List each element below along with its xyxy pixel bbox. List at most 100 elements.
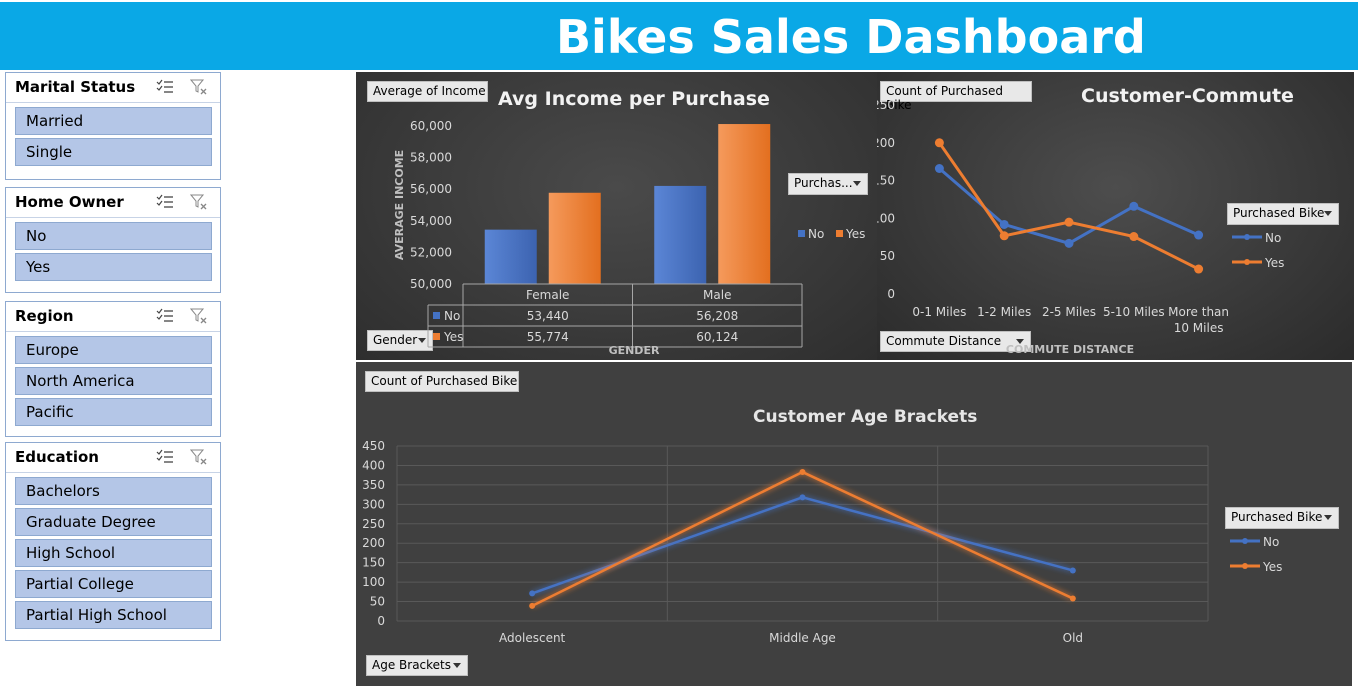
legend-marker-yes <box>1242 563 1248 569</box>
table-value-label: 55,774 <box>527 330 569 344</box>
table-value-label: 53,440 <box>527 309 569 323</box>
legend-label: No <box>1263 535 1279 549</box>
y-tick-label: 60,000 <box>410 119 452 133</box>
dashboard-title: Bikes Sales Dashboard <box>556 10 1146 64</box>
legend-field-button[interactable]: Purchas... <box>788 173 868 195</box>
clear-filter-icon[interactable] <box>189 449 208 465</box>
y-tick-label: 150 <box>877 174 895 188</box>
value-field-button[interactable]: Count of Purchased Bike <box>880 81 1032 112</box>
axis-field-button[interactable]: Gender <box>367 330 433 351</box>
slicer-title: Education <box>15 448 99 466</box>
slicer-marital-status: Marital Status Married Single <box>5 72 221 180</box>
y-tick-label: 58,000 <box>410 151 452 165</box>
y-tick-label: 150 <box>362 556 385 570</box>
series-line-yes <box>531 470 1074 607</box>
bar-no <box>484 229 537 284</box>
clear-filter-icon[interactable] <box>189 79 208 95</box>
table-series-label: No <box>444 309 460 323</box>
legend-field-label: Purchased Bike <box>1231 510 1323 524</box>
series-line-no <box>938 167 1200 245</box>
axis-field-button[interactable]: Age Brackets <box>366 655 468 676</box>
axis-field-label: Gender <box>373 333 418 347</box>
x-tick-label: 10 Miles <box>1174 321 1224 335</box>
clear-filter-icon[interactable] <box>189 194 208 210</box>
data-point-no <box>1129 201 1139 211</box>
slicer-item[interactable]: Yes <box>15 253 212 281</box>
legend-field-label: Purchased Bike <box>1233 206 1325 220</box>
legend-field-button[interactable]: Purchased Bike <box>1225 507 1339 529</box>
value-field-button[interactable]: Count of Purchased Bike <box>365 371 519 392</box>
data-point-yes <box>999 231 1009 241</box>
data-point-yes <box>529 602 536 609</box>
bar-no <box>654 185 707 284</box>
legend-field-label: Purchas... <box>794 176 853 190</box>
table-legend-key <box>433 333 440 340</box>
commute-chart-panel: Count of Purchased Bike Customer-Commute… <box>877 72 1354 360</box>
table-category-label: Female <box>526 288 569 302</box>
slicer-item[interactable]: North America <box>15 367 212 395</box>
x-tick-label: 0-1 Miles <box>912 305 966 319</box>
table-value-label: 56,208 <box>696 309 738 323</box>
axis-field-label: Commute Distance <box>886 334 1002 348</box>
x-tick-label: 5-10 Miles <box>1103 305 1165 319</box>
slicer-item[interactable]: Single <box>15 138 212 166</box>
dropdown-arrow-icon <box>1324 515 1332 520</box>
x-tick-label: 1-2 Miles <box>977 305 1031 319</box>
x-tick-label: Old <box>1063 631 1083 645</box>
table-series-label: Yes <box>443 330 463 344</box>
y-tick-label: 100 <box>362 575 385 589</box>
value-field-button[interactable]: Average of Income <box>367 81 488 102</box>
x-tick-label: More than <box>1168 305 1229 319</box>
y-tick-label: 50 <box>370 595 385 609</box>
y-tick-label: 52,000 <box>410 245 452 259</box>
slicer-item[interactable]: Pacific <box>15 398 212 426</box>
axis-field-button[interactable]: Commute Distance <box>880 331 1031 352</box>
axis-field-label: Age Brackets <box>372 658 452 672</box>
multi-select-icon[interactable] <box>156 449 174 465</box>
slicer-header: Education <box>6 443 220 473</box>
slicer-item[interactable]: Europe <box>15 336 212 364</box>
bar-yes <box>548 192 601 284</box>
data-point-no <box>1194 230 1204 240</box>
multi-select-icon[interactable] <box>156 308 174 324</box>
legend-field-button[interactable]: Purchased Bike <box>1227 203 1339 225</box>
chart-title: Avg Income per Purchase <box>498 88 770 110</box>
dropdown-arrow-icon <box>418 338 426 343</box>
dropdown-arrow-icon <box>853 181 861 186</box>
y-tick-label: 54,000 <box>410 214 452 228</box>
data-point-yes <box>799 469 806 476</box>
legend-marker-no <box>1244 234 1250 240</box>
slicer-item[interactable]: Partial High School <box>15 601 212 629</box>
slicer-title: Region <box>15 307 74 325</box>
slicer-header: Home Owner <box>6 188 220 218</box>
data-point-no <box>999 219 1009 229</box>
slicer-item[interactable]: High School <box>15 539 212 567</box>
slicer-item[interactable]: Bachelors <box>15 477 212 505</box>
table-category-label: Male <box>703 288 731 302</box>
y-tick-label: 56,000 <box>410 182 452 196</box>
y-tick-label: 300 <box>362 497 385 511</box>
multi-select-icon[interactable] <box>156 194 174 210</box>
income-chart-panel: Average of Income Avg Income per Purchas… <box>356 72 877 360</box>
multi-select-icon[interactable] <box>156 79 174 95</box>
slicer-item[interactable]: Partial College <box>15 570 212 598</box>
slicer-item[interactable]: Graduate Degree <box>15 508 212 536</box>
slicer-item[interactable]: Married <box>15 107 212 135</box>
data-point-yes <box>1194 264 1204 274</box>
y-tick-label: 250 <box>362 517 385 531</box>
dropdown-arrow-icon <box>453 663 461 668</box>
dropdown-arrow-icon <box>1324 211 1332 216</box>
bar-yes <box>718 124 771 284</box>
y-tick-label: 50,000 <box>410 277 452 291</box>
x-tick-label: Adolescent <box>499 631 566 645</box>
data-point-yes <box>1069 595 1076 602</box>
slicer-region: Region Europe North America Pacific <box>5 301 221 437</box>
income-bar-chart: 50,000 52,000 54,000 56,000 58,000 60,000 AVER… <box>393 119 865 357</box>
clear-filter-icon[interactable] <box>189 308 208 324</box>
data-point-no <box>1064 238 1074 248</box>
y-tick-label: 0 <box>377 614 385 628</box>
legend-label: No <box>1265 231 1281 245</box>
y-tick-label: 200 <box>362 536 385 550</box>
slicer-item[interactable]: No <box>15 222 212 250</box>
slicer-education: Education Bachelors Graduate Degree High Sc… <box>5 442 221 641</box>
